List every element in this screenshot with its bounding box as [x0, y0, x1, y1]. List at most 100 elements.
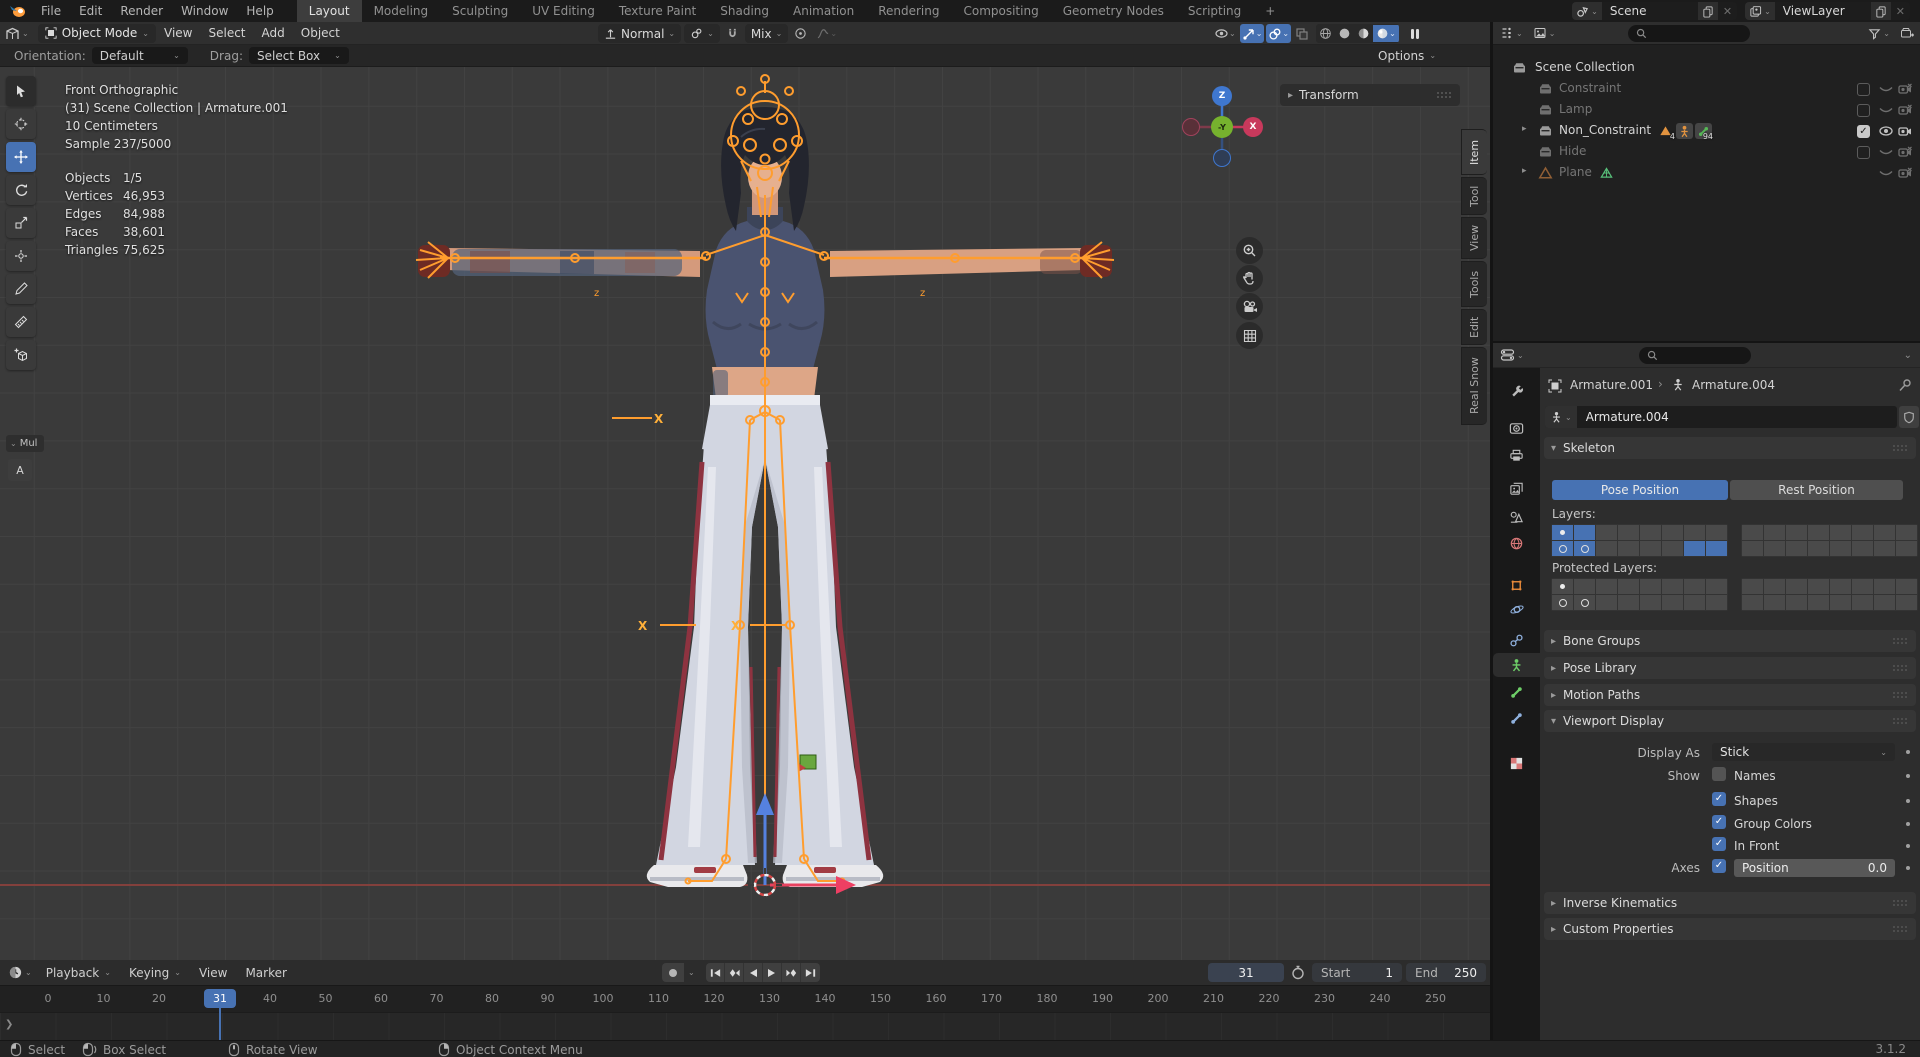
- ruler-frame-40[interactable]: 40: [250, 992, 290, 1005]
- outliner-row-plane[interactable]: ▸ Plane: [1493, 163, 1920, 183]
- sequences-icon[interactable]: [1406, 24, 1424, 43]
- tool-rotate[interactable]: [6, 175, 36, 205]
- playhead-line[interactable]: [219, 1006, 222, 1040]
- layer-cell[interactable]: [1874, 541, 1895, 556]
- keying-dropdown[interactable]: ⌄: [688, 968, 695, 977]
- layer-cell[interactable]: [1852, 595, 1873, 610]
- timeline-ruler[interactable]: 31 0 10 20 40 50 60 70 80 90 100 110 120 130 140 150 16…: [0, 985, 1493, 1012]
- properties-editor-type-button[interactable]: ⌄: [1493, 348, 1529, 362]
- layer-cell[interactable]: [1786, 541, 1807, 556]
- layer-cell[interactable]: [1618, 595, 1639, 610]
- tool-add-cube[interactable]: [6, 340, 36, 370]
- layer-cell[interactable]: [1574, 541, 1595, 556]
- menu-file[interactable]: File: [32, 4, 70, 18]
- gizmo-y-axis[interactable]: -Y: [1211, 116, 1233, 138]
- camera-render-icon[interactable]: [1897, 166, 1913, 180]
- scene-selector[interactable]: ⌄ Scene ✕: [1572, 2, 1738, 20]
- timeline-editor-type-button[interactable]: ⌄: [0, 965, 37, 980]
- layer-cell[interactable]: [1852, 541, 1873, 556]
- eye-closed-icon[interactable]: [1878, 166, 1894, 180]
- layer-cell[interactable]: [1706, 579, 1727, 594]
- viewport-menu-select[interactable]: Select: [200, 26, 253, 40]
- layer-cell[interactable]: [1596, 595, 1617, 610]
- next-keyframe-button[interactable]: [782, 963, 801, 982]
- outliner-search-input[interactable]: [1628, 24, 1751, 42]
- outliner-row-constraint[interactable]: Constraint: [1493, 79, 1920, 99]
- layer-cell[interactable]: [1808, 541, 1829, 556]
- layer-cell[interactable]: [1896, 579, 1917, 594]
- shading-rendered-button[interactable]: ⌄: [1373, 25, 1399, 42]
- ruler-frame-110[interactable]: 110: [639, 992, 679, 1005]
- tab-physics[interactable]: [1493, 597, 1540, 621]
- ruler-frame-150[interactable]: 150: [861, 992, 901, 1005]
- workspace-tab-modeling[interactable]: Modeling: [362, 0, 441, 22]
- layer-cell[interactable]: [1874, 579, 1895, 594]
- layer-cell[interactable]: [1764, 541, 1785, 556]
- ruler-frame-160[interactable]: 160: [916, 992, 956, 1005]
- ruler-frame-140[interactable]: 140: [805, 992, 845, 1005]
- ruler-frame-90[interactable]: 90: [528, 992, 568, 1005]
- zoom-button[interactable]: [1236, 237, 1263, 264]
- viewlayer-remove-button[interactable]: ✕: [1891, 5, 1910, 18]
- outliner-row-non-constraint[interactable]: ▸ Non_Constraint 4 94 ✓: [1493, 121, 1920, 141]
- tool-move[interactable]: [6, 142, 36, 172]
- menu-window[interactable]: Window: [172, 4, 237, 18]
- navigation-gizmo[interactable]: Z X -Y: [1170, 77, 1274, 181]
- layer-cell[interactable]: [1552, 579, 1573, 594]
- layer-cell[interactable]: [1618, 579, 1639, 594]
- workspace-tab-uv-editing[interactable]: UV Editing: [520, 0, 607, 22]
- annotation-box[interactable]: A: [8, 459, 32, 481]
- layer-cell[interactable]: [1618, 541, 1639, 556]
- editor-type-button[interactable]: ⌄: [0, 26, 34, 41]
- ruler-frame-100[interactable]: 100: [583, 992, 623, 1005]
- group-colors-checkbox[interactable]: ✓: [1712, 815, 1726, 829]
- tool-tweak[interactable]: [6, 76, 36, 106]
- frame-end-field[interactable]: End 250: [1406, 963, 1486, 982]
- collapsed-panel[interactable]: ⌄ Mul: [6, 435, 44, 452]
- layer-cell[interactable]: [1874, 595, 1895, 610]
- fake-user-shield-button[interactable]: [1899, 406, 1919, 428]
- sidebar-tab-view[interactable]: View: [1461, 217, 1487, 259]
- scene-name[interactable]: Scene: [1601, 2, 1698, 20]
- timeline-menu-marker[interactable]: Marker: [236, 966, 295, 980]
- ruler-frame-120[interactable]: 120: [694, 992, 734, 1005]
- falloff-curve-icon[interactable]: ⌄: [813, 24, 840, 43]
- shading-material-button[interactable]: [1354, 25, 1373, 42]
- custom-properties-panel-header[interactable]: ▸ Custom Properties: [1544, 918, 1916, 940]
- viewport-menu-object[interactable]: Object: [293, 26, 348, 40]
- layer-cell[interactable]: [1830, 541, 1851, 556]
- outliner-item-label[interactable]: Constraint: [1559, 81, 1621, 95]
- bone-groups-panel-header[interactable]: ▸ Bone Groups: [1544, 630, 1916, 652]
- layer-cell[interactable]: [1852, 525, 1873, 540]
- gizmo-x-axis[interactable]: X: [1243, 117, 1263, 137]
- tool-annotate[interactable]: [6, 274, 36, 304]
- layer-cell[interactable]: [1896, 595, 1917, 610]
- ruler-frame-210[interactable]: 210: [1194, 992, 1234, 1005]
- armature-browse-dropdown[interactable]: ⌄: [1545, 406, 1577, 428]
- layer-cell[interactable]: [1684, 595, 1705, 610]
- breadcrumb-data[interactable]: Armature.004: [1692, 378, 1775, 392]
- mode-dropdown[interactable]: Object Mode ⌄: [37, 23, 156, 43]
- layer-cell[interactable]: [1896, 525, 1917, 540]
- ruler-frame-190[interactable]: 190: [1083, 992, 1123, 1005]
- gizmo-neg-x-axis[interactable]: [1182, 118, 1200, 136]
- outliner-row-lamp[interactable]: Lamp: [1493, 100, 1920, 120]
- sidebar-tab-edit[interactable]: Edit: [1461, 309, 1487, 345]
- transform-panel-header[interactable]: ▸ Transform: [1280, 84, 1460, 106]
- sidebar-tab-item[interactable]: Item: [1461, 129, 1487, 175]
- layer-cell[interactable]: [1574, 525, 1595, 540]
- exclude-checkbox[interactable]: [1857, 104, 1870, 117]
- camera-view-button[interactable]: [1236, 293, 1263, 320]
- menu-render[interactable]: Render: [111, 4, 172, 18]
- outliner-filter-dropdown[interactable]: ⌄: [1863, 27, 1895, 40]
- expand-arrow-icon[interactable]: ▸: [1522, 124, 1527, 134]
- layer-cell[interactable]: [1706, 525, 1727, 540]
- ruler-frame-220[interactable]: 220: [1249, 992, 1289, 1005]
- eye-closed-icon[interactable]: [1878, 82, 1894, 96]
- tab-render[interactable]: [1493, 416, 1540, 440]
- jump-to-end-button[interactable]: [801, 963, 820, 982]
- workspace-tab-rendering[interactable]: Rendering: [866, 0, 951, 22]
- play-reverse-button[interactable]: [744, 963, 763, 982]
- ruler-frame-70[interactable]: 70: [417, 992, 457, 1005]
- ruler-frame-50[interactable]: 50: [306, 992, 346, 1005]
